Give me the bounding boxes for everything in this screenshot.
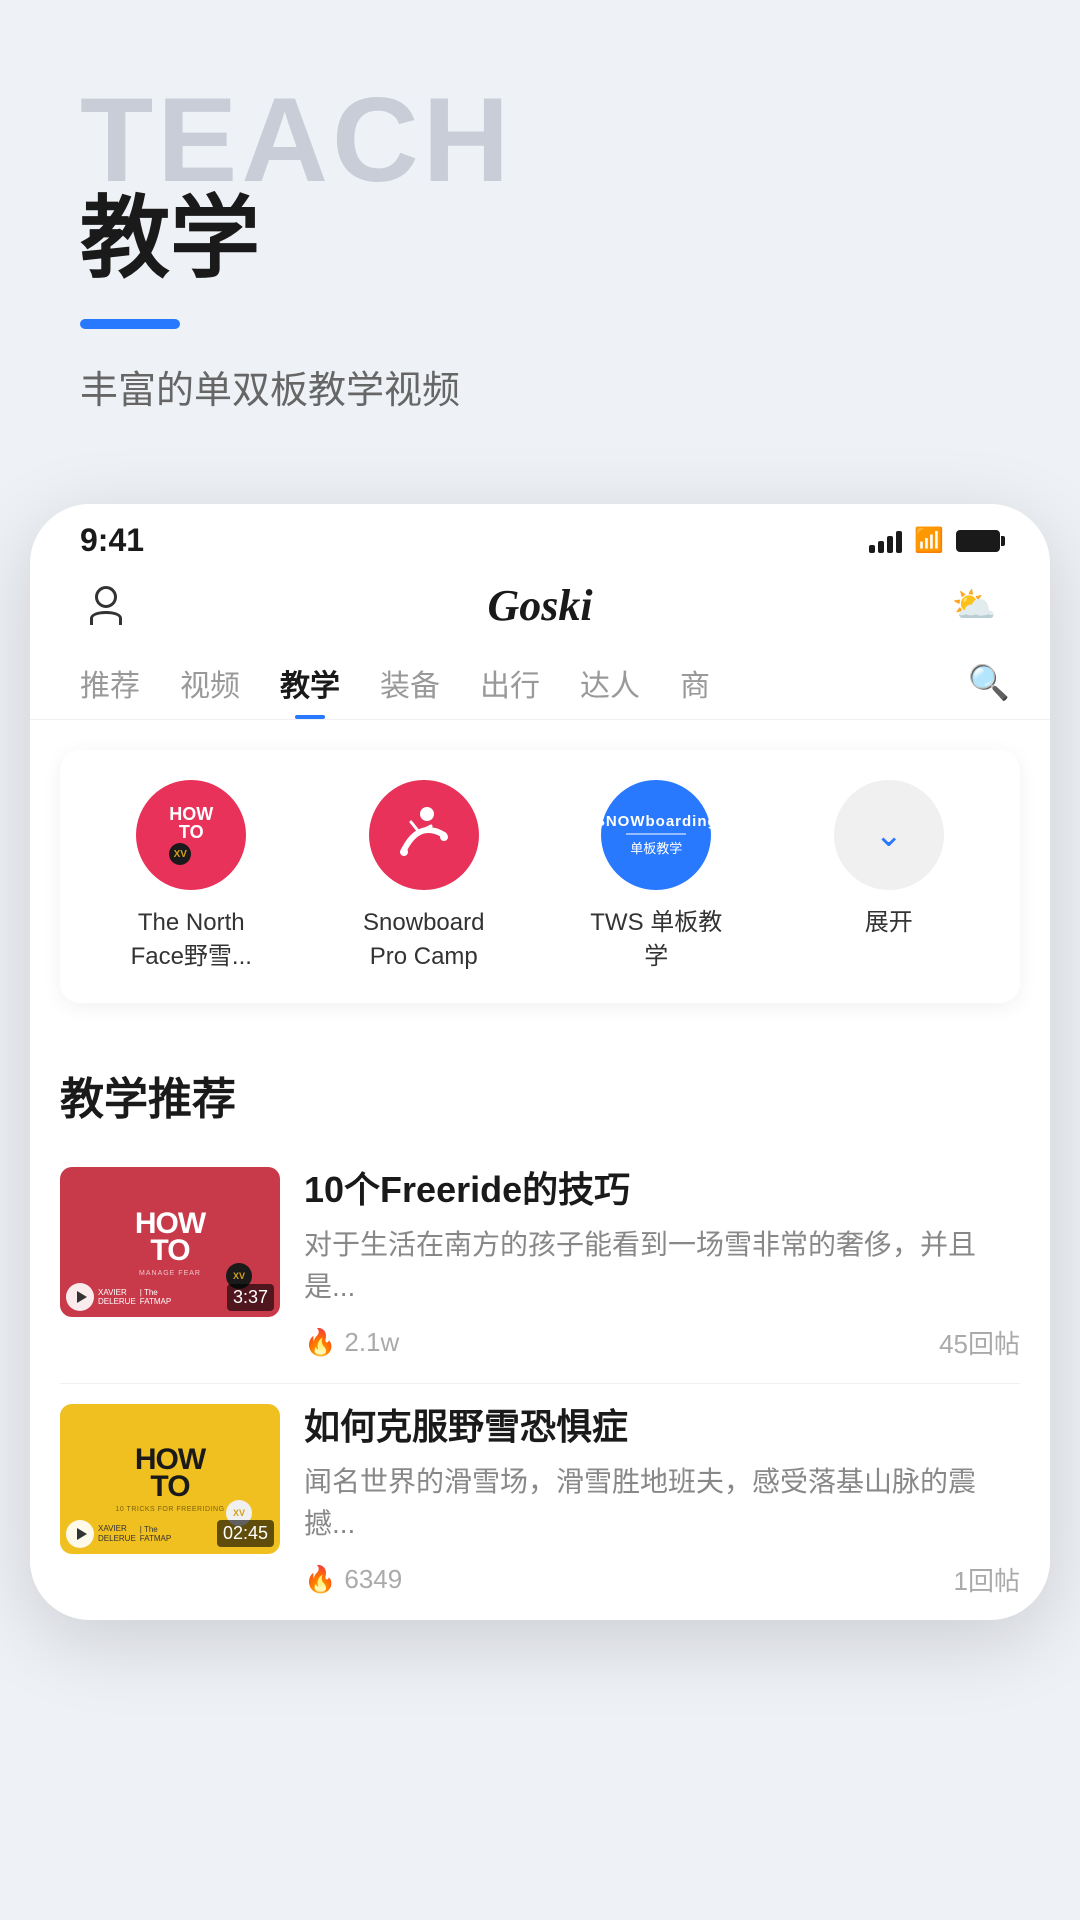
user-head — [95, 586, 117, 608]
video-replies-1: 45回帖 — [939, 1324, 1020, 1361]
video-meta-2: 🔥 6349 1回帖 — [304, 1561, 1020, 1598]
tab-recommend[interactable]: 推荐 — [60, 647, 160, 719]
video-duration-1: 3:37 — [227, 1284, 274, 1311]
tab-shop[interactable]: 商 — [660, 647, 730, 719]
snowboard-circle — [369, 780, 479, 890]
weather-icon[interactable]: ⛅ — [948, 579, 1000, 631]
chevron-down-icon: ⌄ — [875, 815, 904, 855]
section-title: 教学推荐 — [30, 1033, 1050, 1147]
fire-icon-2: 🔥 — [304, 1564, 336, 1595]
tws-label: TWS 单板教学 — [590, 906, 722, 973]
video-duration-2: 02:45 — [217, 1520, 274, 1547]
video-info-1: 10个Freeride的技巧 对于生活在南方的孩子能看到一场雪非常的奢侈，并且是… — [304, 1167, 1020, 1361]
nav-tabs: 推荐 视频 教学 装备 出行 达人 商 🔍 — [30, 647, 1050, 720]
phone-mockup: 9:41 📶 Goski ⛅ 推荐 视频 教学 装备 出行 达人 商 🔍 — [30, 504, 1050, 1620]
teach-en-label: TEACH — [80, 80, 1000, 200]
status-bar: 9:41 📶 — [30, 504, 1050, 569]
category-tws[interactable]: SNOWboarding 单板教学 TWS 单板教学 — [545, 780, 768, 973]
video-meta-1: 🔥 2.1w 45回帖 — [304, 1324, 1020, 1361]
video-desc-2: 闻名世界的滑雪场，滑雪胜地班夫，感受落基山脉的震撼... — [304, 1461, 1020, 1545]
expand-circle: ⌄ — [834, 780, 944, 890]
categories-grid: HOW TO XV The NorthFace野雪... — [80, 780, 1000, 973]
video-desc-1: 对于生活在南方的孩子能看到一场雪非常的奢侈，并且是... — [304, 1224, 1020, 1308]
video-title-1: 10个Freeride的技巧 — [304, 1167, 1020, 1214]
signal-icon — [869, 529, 902, 553]
north-face-circle: HOW TO XV — [136, 780, 246, 890]
tab-video[interactable]: 视频 — [160, 647, 260, 719]
categories-card: HOW TO XV The NorthFace野雪... — [60, 750, 1020, 1003]
tws-circle: SNOWboarding 单板教学 — [601, 780, 711, 890]
page-subtitle: 丰富的单双板教学视频 — [80, 359, 1000, 414]
thumb-bottom-row-2: XAVIERDELERUE | TheFATMAP 02:45 — [66, 1520, 274, 1548]
status-time: 9:41 — [80, 522, 144, 559]
north-face-label: The NorthFace野雪... — [131, 906, 252, 973]
play-button-2 — [66, 1520, 94, 1548]
video-views-2: 🔥 6349 — [304, 1564, 402, 1595]
play-button — [66, 1283, 94, 1311]
thumb-bottom-row: XAVIERDELERUE | TheFATMAP 3:37 — [66, 1283, 274, 1311]
status-icons: 📶 — [869, 526, 1000, 555]
user-profile-icon[interactable] — [80, 579, 132, 631]
search-icon[interactable]: 🔍 — [958, 649, 1020, 717]
app-logo: Goski — [487, 580, 592, 631]
blue-accent-bar — [80, 319, 180, 329]
video-thumbnail-2: HOW TO 10 TRICKS FOR FREERIDING XV XAVIE… — [60, 1404, 280, 1554]
video-thumbnail-1: HOW TO MANAGE FEAR XV XAVIERDELERUE | Th… — [60, 1167, 280, 1317]
video-item[interactable]: HOW TO 10 TRICKS FOR FREERIDING XV XAVIE… — [30, 1384, 1050, 1618]
tab-gear[interactable]: 装备 — [360, 647, 460, 719]
tab-expert[interactable]: 达人 — [560, 647, 660, 719]
video-views-1: 🔥 2.1w — [304, 1327, 399, 1358]
user-body — [90, 611, 122, 625]
tab-travel[interactable]: 出行 — [460, 647, 560, 719]
page-background: TEACH 教学 丰富的单双板教学视频 — [0, 0, 1080, 504]
video-info-2: 如何克服野雪恐惧症 闻名世界的滑雪场，滑雪胜地班夫，感受落基山脉的震撼... 🔥… — [304, 1404, 1020, 1598]
expand-label: 展开 — [865, 906, 913, 940]
video-title-2: 如何克服野雪恐惧症 — [304, 1404, 1020, 1451]
battery-icon — [956, 530, 1000, 552]
app-header: Goski ⛅ — [30, 569, 1050, 647]
snowboard-pro-camp-label: SnowboardPro Camp — [363, 906, 484, 973]
fire-icon: 🔥 — [304, 1327, 336, 1358]
video-item[interactable]: HOW TO MANAGE FEAR XV XAVIERDELERUE | Th… — [30, 1147, 1050, 1381]
tab-teach[interactable]: 教学 — [260, 647, 360, 719]
category-expand[interactable]: ⌄ 展开 — [778, 780, 1001, 973]
video-replies-2: 1回帖 — [954, 1561, 1020, 1598]
category-snowboard-pro-camp[interactable]: SnowboardPro Camp — [313, 780, 536, 973]
teach-zh-label: 教学 — [80, 190, 1000, 289]
wifi-icon: 📶 — [914, 526, 944, 555]
category-north-face[interactable]: HOW TO XV The NorthFace野雪... — [80, 780, 303, 973]
